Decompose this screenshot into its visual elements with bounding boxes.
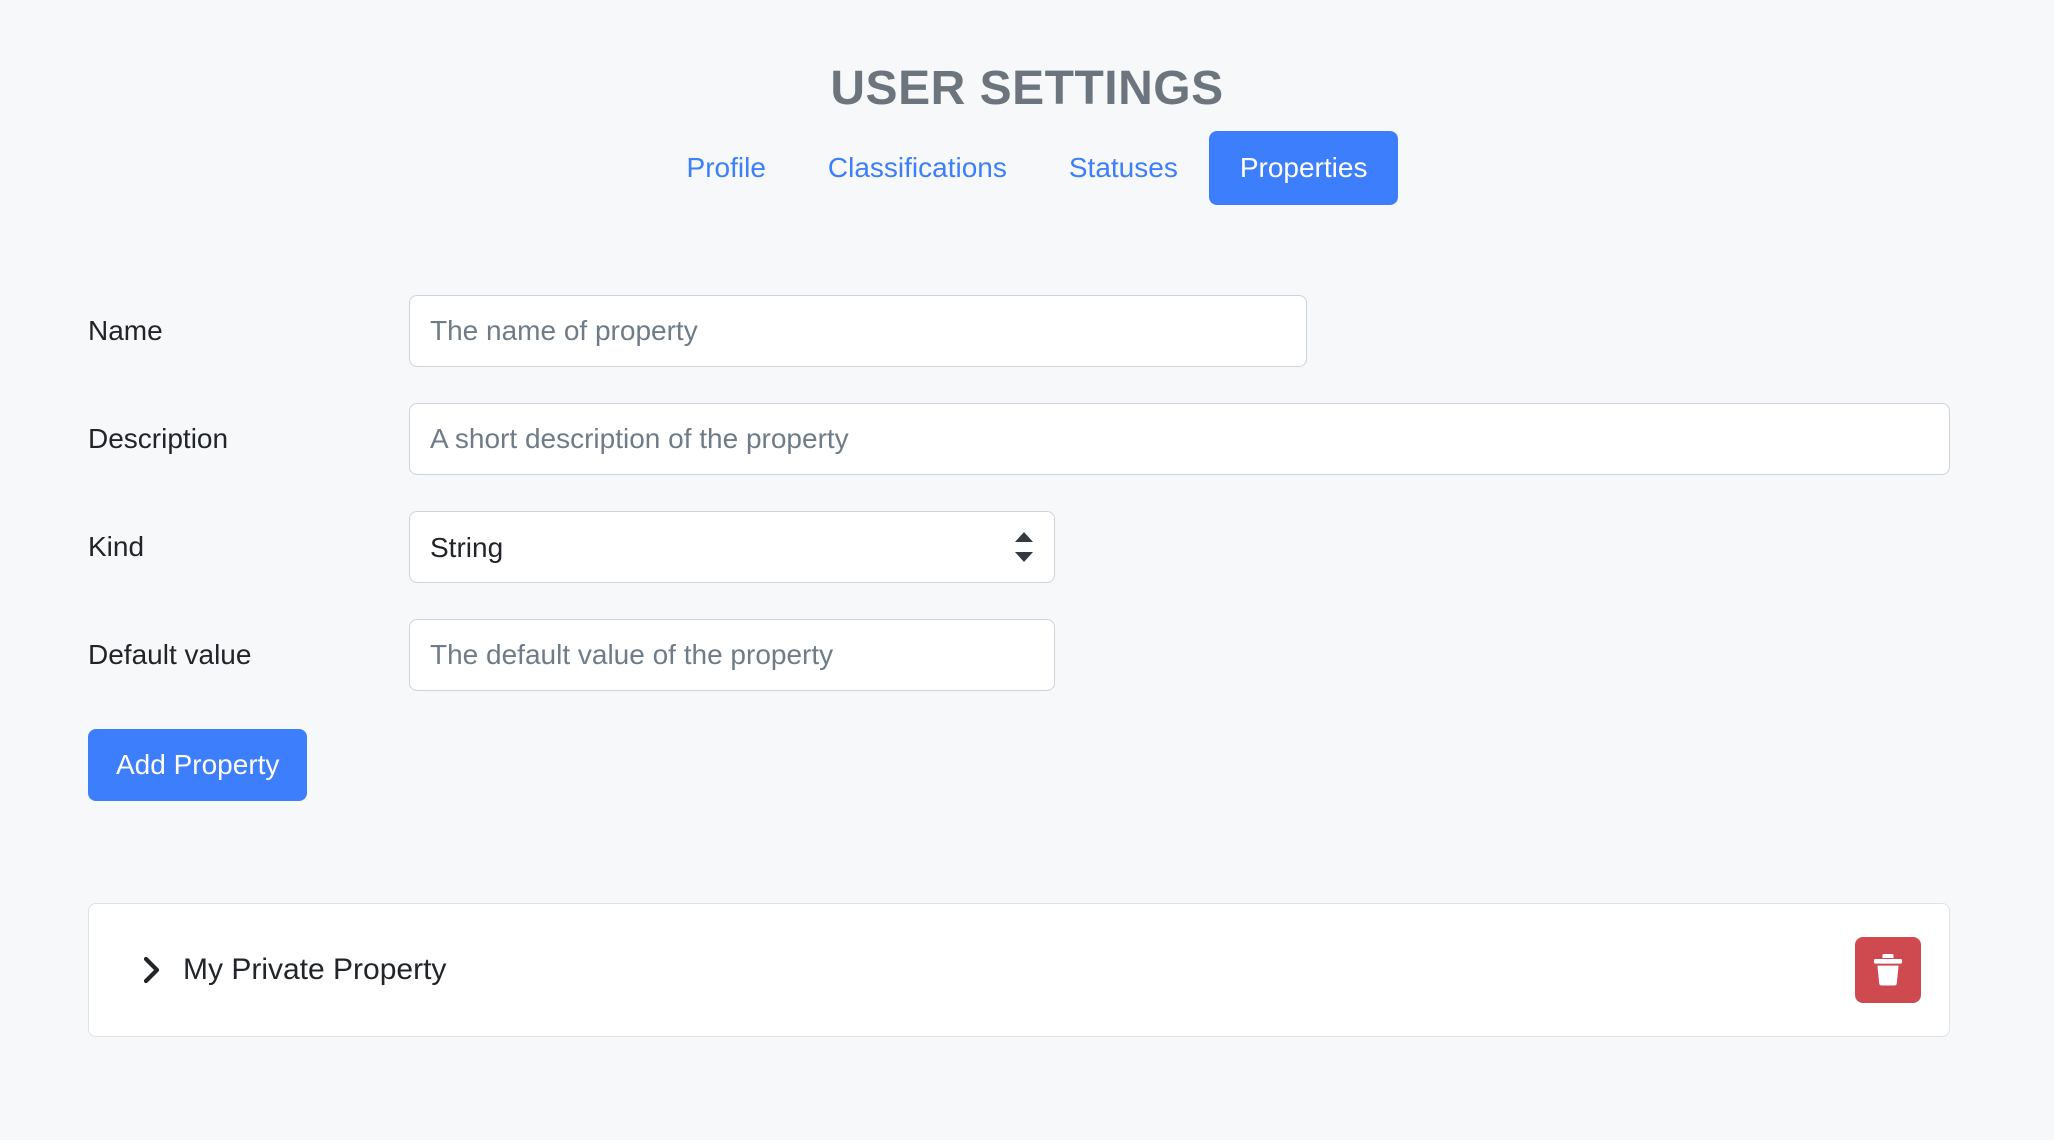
property-list-item[interactable]: My Private Property bbox=[88, 903, 1950, 1037]
tab-classifications[interactable]: Classifications bbox=[797, 131, 1038, 205]
name-label: Name bbox=[88, 315, 163, 346]
description-input[interactable] bbox=[409, 403, 1950, 475]
delete-property-button[interactable] bbox=[1855, 937, 1921, 1003]
kind-select-wrapper: String bbox=[409, 511, 1055, 583]
trash-icon bbox=[1873, 953, 1903, 987]
kind-label: Kind bbox=[88, 531, 145, 562]
add-property-form: Name Description Kind String Default val… bbox=[88, 295, 1950, 801]
form-row-default-value: Default value bbox=[88, 619, 1950, 691]
property-name: My Private Property bbox=[183, 953, 447, 986]
user-settings-page: USER SETTINGS Profile Classifications St… bbox=[0, 0, 2054, 1140]
form-row-kind: Kind String bbox=[88, 511, 1950, 583]
add-property-button[interactable]: Add Property bbox=[88, 729, 308, 801]
property-expand-toggle[interactable]: My Private Property bbox=[141, 955, 446, 985]
property-list: My Private Property bbox=[88, 903, 1950, 1037]
form-row-description: Description bbox=[88, 403, 1950, 475]
default-value-label: Default value bbox=[88, 639, 252, 670]
page-title: USER SETTINGS bbox=[830, 62, 1224, 116]
description-label: Description bbox=[88, 423, 229, 454]
default-value-input[interactable] bbox=[409, 619, 1055, 691]
form-row-name: Name bbox=[88, 295, 1950, 367]
tab-properties[interactable]: Properties bbox=[1208, 131, 1399, 205]
tab-profile[interactable]: Profile bbox=[656, 131, 797, 205]
settings-tab-nav: Profile Classifications Statuses Propert… bbox=[0, 131, 2054, 205]
tab-statuses[interactable]: Statuses bbox=[1038, 131, 1209, 205]
kind-select[interactable]: String bbox=[409, 511, 1055, 583]
chevron-right-icon bbox=[141, 955, 163, 985]
name-input[interactable] bbox=[409, 295, 1307, 367]
